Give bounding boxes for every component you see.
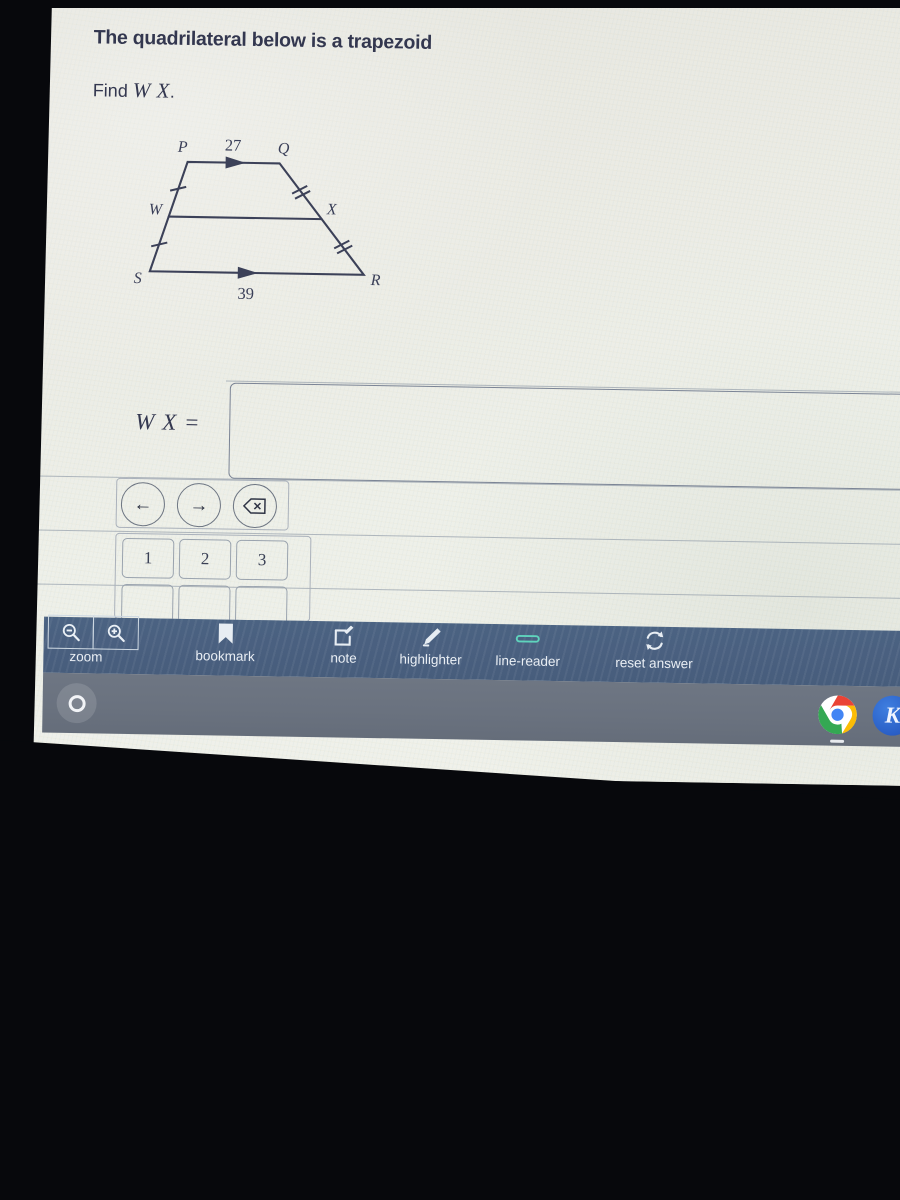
measure-top: 27 bbox=[225, 136, 242, 155]
answer-row: W X = bbox=[134, 381, 900, 491]
tool-reset-answer[interactable]: reset answer bbox=[615, 628, 693, 671]
vertex-label-q: Q bbox=[278, 140, 290, 157]
trapezoid-svg: P Q R S W X 27 39 bbox=[134, 136, 381, 303]
zoom-in-icon bbox=[107, 624, 125, 642]
backspace-button[interactable] bbox=[232, 483, 278, 529]
bookmark-icon bbox=[216, 621, 234, 645]
keypad-key-row2-b[interactable] bbox=[177, 584, 231, 622]
chrome-icon bbox=[818, 695, 857, 735]
vertex-label-p: P bbox=[177, 139, 188, 156]
answer-nav-group: ← → bbox=[115, 477, 290, 531]
k-app-button[interactable]: K bbox=[872, 695, 900, 736]
launcher-button[interactable] bbox=[56, 682, 97, 724]
highlighter-icon bbox=[419, 625, 443, 649]
numeric-keypad: 1 2 3 bbox=[114, 532, 312, 622]
keypad-key-2[interactable]: 2 bbox=[178, 538, 232, 580]
zoom-out-button[interactable] bbox=[47, 614, 95, 650]
line-reader-icon bbox=[514, 626, 542, 650]
reset-icon bbox=[643, 629, 665, 653]
screen-region: The quadrilateral below is a trapezoid F… bbox=[0, 0, 900, 786]
midsegment-wx bbox=[167, 215, 323, 221]
chrome-app-button[interactable] bbox=[816, 693, 859, 743]
tool-label-highlighter: highlighter bbox=[399, 651, 462, 668]
zoom-in-button[interactable] bbox=[92, 615, 139, 651]
parallel-arrow-pq-icon bbox=[225, 156, 246, 169]
tool-line-reader[interactable]: line-reader bbox=[495, 626, 560, 669]
tool-label-bookmark: bookmark bbox=[195, 648, 255, 665]
vertex-label-s: S bbox=[134, 270, 142, 287]
trapezoid-figure: P Q R S W X 27 39 bbox=[127, 131, 410, 316]
tool-label-line-reader: line-reader bbox=[495, 653, 561, 670]
shelf-app-list: K bbox=[816, 693, 900, 743]
question-prompt: Find W X. bbox=[93, 77, 176, 103]
chromeos-shelf: K bbox=[42, 672, 900, 748]
tool-label-reset-answer: reset answer bbox=[615, 655, 693, 672]
question-statement: The quadrilateral below is a trapezoid bbox=[93, 26, 433, 54]
keypad-key-3[interactable]: 3 bbox=[235, 539, 289, 581]
tool-highlighter[interactable]: highlighter bbox=[399, 624, 462, 668]
zoom-tool-label: zoom bbox=[69, 649, 103, 665]
tool-bookmark[interactable]: bookmark bbox=[195, 621, 255, 664]
measure-bottom: 39 bbox=[237, 284, 254, 303]
arrow-left-icon: ← bbox=[133, 493, 153, 515]
note-icon bbox=[333, 623, 354, 647]
chrome-running-indicator bbox=[830, 739, 845, 743]
vertex-label-r: R bbox=[370, 272, 381, 289]
arrow-right-icon: → bbox=[189, 494, 209, 516]
keypad-key-1[interactable]: 1 bbox=[121, 537, 175, 579]
keypad-key-row2-c[interactable] bbox=[234, 585, 288, 622]
launcher-icon bbox=[67, 694, 86, 712]
answer-label: W X = bbox=[135, 409, 201, 436]
cursor-right-button[interactable]: → bbox=[176, 482, 222, 528]
parallel-arrow-sr-icon bbox=[237, 266, 258, 279]
prompt-prefix: Find bbox=[92, 80, 128, 101]
vertex-label-x: X bbox=[326, 201, 338, 218]
answer-input[interactable] bbox=[228, 382, 900, 491]
k-app-letter: K bbox=[884, 702, 900, 728]
prompt-suffix: . bbox=[169, 81, 176, 102]
cursor-left-button[interactable]: ← bbox=[120, 481, 166, 527]
zoom-out-icon bbox=[62, 623, 80, 642]
tool-label-note: note bbox=[330, 650, 357, 666]
backspace-icon bbox=[242, 498, 266, 514]
vertex-label-w: W bbox=[149, 201, 164, 218]
tool-note[interactable]: note bbox=[330, 623, 357, 666]
zoom-control-group bbox=[47, 614, 139, 651]
prompt-segment-name: W X bbox=[132, 77, 171, 103]
photo-of-screen: The quadrilateral below is a trapezoid F… bbox=[0, 0, 900, 1200]
